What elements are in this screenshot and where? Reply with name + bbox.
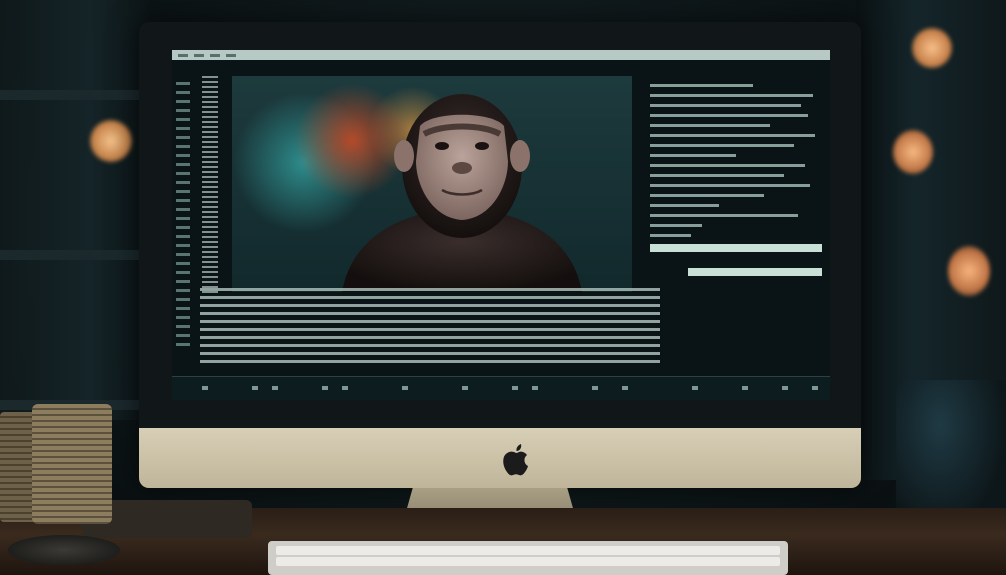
tool-sidebar (172, 76, 202, 396)
window-titlebar (172, 50, 830, 60)
apple-logo-icon (503, 444, 528, 476)
dish (8, 535, 120, 565)
highlight-bar (650, 244, 822, 252)
coin-stack (0, 412, 36, 522)
menu-bar (172, 62, 830, 76)
code-panel (650, 76, 822, 376)
code-text-rows (200, 288, 660, 368)
line-numbers (202, 76, 218, 296)
keyboard (268, 541, 788, 575)
highlight-bar (687, 268, 822, 276)
coin-stack (32, 404, 112, 524)
bokeh-light (90, 120, 132, 162)
monitor-screen (172, 50, 830, 400)
monitor-chin (139, 428, 861, 488)
chimpanzee-image (342, 94, 582, 292)
bokeh-light (912, 28, 952, 68)
background-bookshelf (0, 0, 150, 420)
timeline-toolbar (172, 376, 830, 400)
bokeh-light (893, 130, 933, 174)
video-preview (232, 76, 632, 292)
photo-scene (0, 0, 1006, 575)
bokeh-light (948, 246, 990, 296)
